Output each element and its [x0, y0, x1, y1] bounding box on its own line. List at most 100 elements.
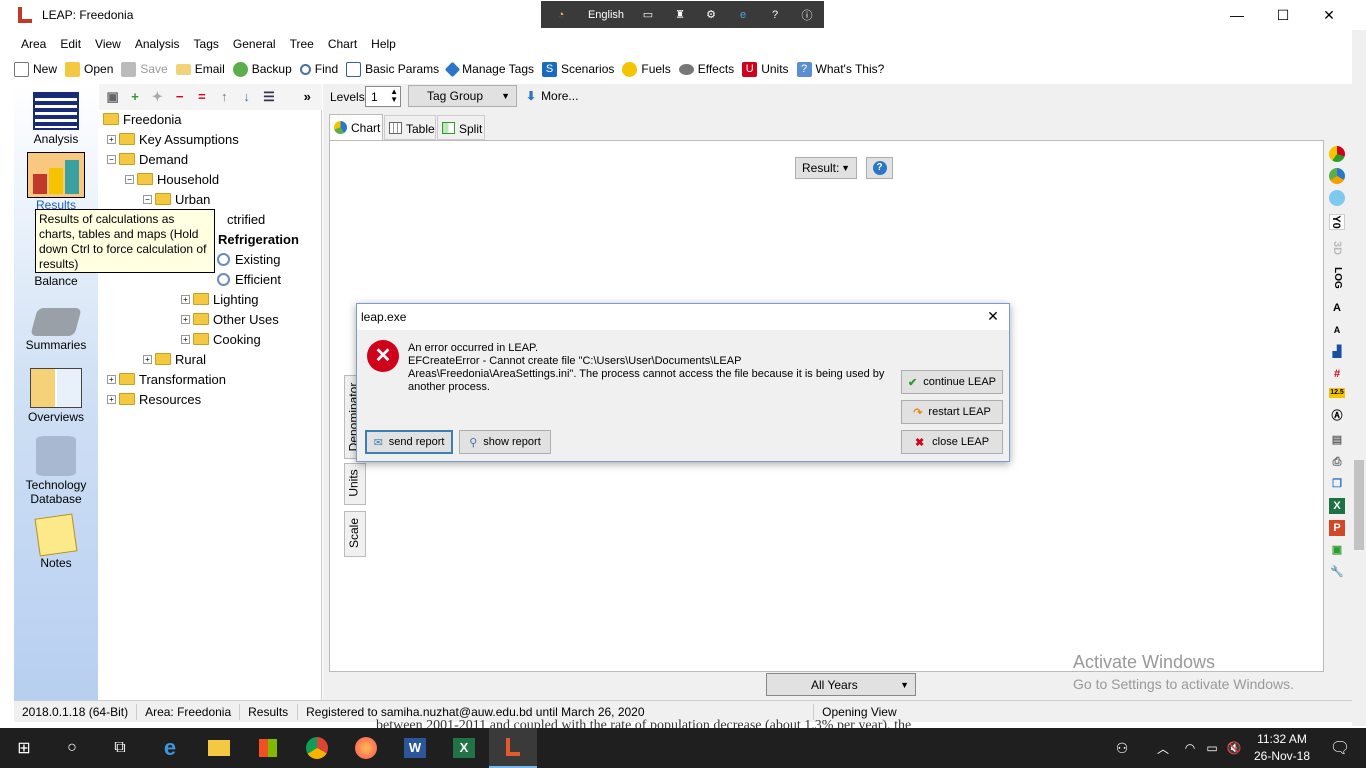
expand-icon[interactable]: +: [107, 374, 116, 384]
font-smaller-icon[interactable]: A: [1329, 322, 1345, 338]
expand-icon[interactable]: +: [107, 394, 116, 404]
tree-node-urban[interactable]: − Urban: [143, 190, 210, 208]
tree-node-efficient[interactable]: Efficient: [217, 270, 281, 288]
tab-chart[interactable]: Chart: [329, 114, 383, 140]
nav-overviews[interactable]: Overviews: [14, 368, 98, 424]
keyboard-icon[interactable]: ▭: [631, 8, 665, 21]
basic-params-button[interactable]: Basic Params: [346, 61, 439, 77]
nav-results[interactable]: Results: [14, 152, 98, 212]
send-report-button[interactable]: ✉ send report: [365, 430, 453, 454]
vtab-scale[interactable]: Scale: [344, 511, 366, 557]
number-format-icon[interactable]: 12.5: [1329, 388, 1345, 398]
expand-icon[interactable]: +: [181, 294, 190, 304]
chrome-icon[interactable]: [293, 728, 341, 768]
move-down-icon[interactable]: ↓: [239, 90, 254, 104]
task-view-icon[interactable]: ⧉: [96, 728, 144, 768]
nav-notes[interactable]: Notes: [14, 513, 98, 570]
menu-tags[interactable]: Tags: [187, 37, 226, 51]
menu-general[interactable]: General: [226, 37, 283, 51]
save-image-icon[interactable]: ▤: [1329, 432, 1345, 448]
browser-icon[interactable]: e: [727, 9, 759, 21]
wrench-icon[interactable]: 🔧: [1329, 564, 1345, 580]
move-up-icon[interactable]: ↑: [217, 90, 232, 104]
menu-analysis[interactable]: Analysis: [128, 37, 187, 51]
copy-icon[interactable]: ❐: [1329, 476, 1345, 492]
levels-spinner[interactable]: 1 ▲ ▼: [365, 86, 401, 107]
expand-icon[interactable]: +: [181, 334, 190, 344]
gridlines-icon[interactable]: #: [1329, 366, 1345, 382]
tab-split[interactable]: Split: [437, 115, 485, 140]
pie-chart-icon[interactable]: [1329, 146, 1345, 162]
collapse-icon[interactable]: −: [107, 154, 116, 164]
chess-icon[interactable]: ♜: [665, 8, 695, 21]
info-icon[interactable]: ⓘ: [791, 7, 823, 23]
tree-node-transformation[interactable]: + Transformation: [107, 370, 226, 388]
tree-node-other-uses[interactable]: + Other Uses: [181, 310, 279, 328]
show-report-button[interactable]: ⚲ show report: [459, 430, 551, 454]
whats-this-button[interactable]: ? What's This?: [796, 61, 884, 77]
show-hidden-icons-chevron-icon[interactable]: ︿: [1146, 728, 1180, 768]
dialog-close-button[interactable]: ✕: [983, 308, 1003, 326]
language-label[interactable]: English: [581, 9, 631, 21]
find-button[interactable]: Find: [299, 62, 338, 76]
menu-chart[interactable]: Chart: [321, 37, 364, 51]
menu-tree[interactable]: Tree: [283, 37, 321, 51]
tree-properties-icon[interactable]: ▣: [105, 90, 120, 104]
year-select[interactable]: All Years ▼: [766, 673, 916, 696]
effects-button[interactable]: Effects: [678, 62, 734, 76]
language-bar[interactable]: ◔ English ▭ ♜ ⚙ e ? ⓘ: [541, 1, 824, 28]
vertical-scrollbar[interactable]: [1352, 30, 1366, 726]
excel-export-icon[interactable]: X: [1329, 498, 1345, 514]
y0-toggle[interactable]: Y0: [1329, 214, 1345, 230]
menu-help[interactable]: Help: [364, 37, 403, 51]
search-icon[interactable]: ○: [48, 728, 96, 768]
start-button[interactable]: ⊞: [0, 728, 48, 768]
group-by-select[interactable]: Tag Group ▼: [408, 85, 517, 107]
new-button[interactable]: New: [14, 61, 57, 77]
tree-node-cooking[interactable]: + Cooking: [181, 330, 261, 348]
menu-view[interactable]: View: [88, 37, 128, 51]
chart-help-button[interactable]: ?: [866, 157, 893, 179]
tree-node-lighting[interactable]: + Lighting: [181, 290, 259, 308]
result-select[interactable]: Result: ▼: [795, 157, 857, 179]
tree-node-household[interactable]: − Household: [125, 170, 219, 188]
add-multiple-icon[interactable]: ✦: [150, 90, 165, 104]
backup-button[interactable]: Backup: [232, 61, 292, 77]
log-scale-toggle[interactable]: LOG: [1329, 267, 1345, 289]
people-icon[interactable]: ⚇: [1104, 728, 1140, 768]
scroll-thumb[interactable]: [1354, 460, 1364, 550]
tree-node-resources[interactable]: + Resources: [107, 390, 201, 408]
delete-branch-icon[interactable]: −: [172, 90, 187, 104]
tab-table[interactable]: Table: [384, 115, 436, 140]
nav-summaries[interactable]: Summaries: [14, 308, 98, 352]
tree-node-rural[interactable]: + Rural: [143, 350, 206, 368]
edge-browser-icon[interactable]: e: [146, 728, 194, 768]
open-button[interactable]: Open: [65, 61, 113, 77]
volume-mute-icon[interactable]: 🔇: [1222, 728, 1246, 768]
notifications-icon[interactable]: 🗨: [1320, 728, 1360, 768]
restart-leap-button[interactable]: ↷ restart LEAP: [901, 400, 1003, 424]
collapse-icon[interactable]: −: [143, 194, 152, 204]
collapse-icon[interactable]: −: [125, 174, 134, 184]
tree-outline-icon[interactable]: ☰: [261, 90, 276, 104]
close-window-button[interactable]: ✕: [1306, 0, 1352, 30]
store-icon[interactable]: [244, 728, 292, 768]
more-button[interactable]: ⬇ More...: [526, 89, 578, 103]
tree-node-existing[interactable]: Existing: [217, 250, 281, 268]
expand-icon[interactable]: +: [107, 134, 116, 144]
close-leap-button[interactable]: ✖ close LEAP: [901, 430, 1003, 454]
tree-node-demand[interactable]: − Demand: [107, 150, 188, 168]
nav-technology-database[interactable]: Technology Database: [14, 436, 98, 506]
nav-analysis[interactable]: Analysis: [14, 92, 98, 146]
spinner-arrows-icon[interactable]: ▲ ▼: [390, 88, 398, 104]
firefox-icon[interactable]: [342, 728, 390, 768]
save-button[interactable]: Save: [121, 61, 168, 77]
tree-node-key-assumptions[interactable]: + Key Assumptions: [107, 130, 239, 148]
add-branch-icon[interactable]: +: [127, 90, 142, 104]
clock[interactable]: 11:32 AM 26-Nov-18: [1250, 731, 1314, 765]
tree-node-freedonia[interactable]: Freedonia: [103, 110, 182, 128]
units-button[interactable]: U Units: [742, 61, 789, 77]
battery-icon[interactable]: ▭: [1200, 728, 1224, 768]
expand-icon[interactable]: +: [181, 314, 190, 324]
color-scheme-icon[interactable]: [1329, 168, 1345, 184]
